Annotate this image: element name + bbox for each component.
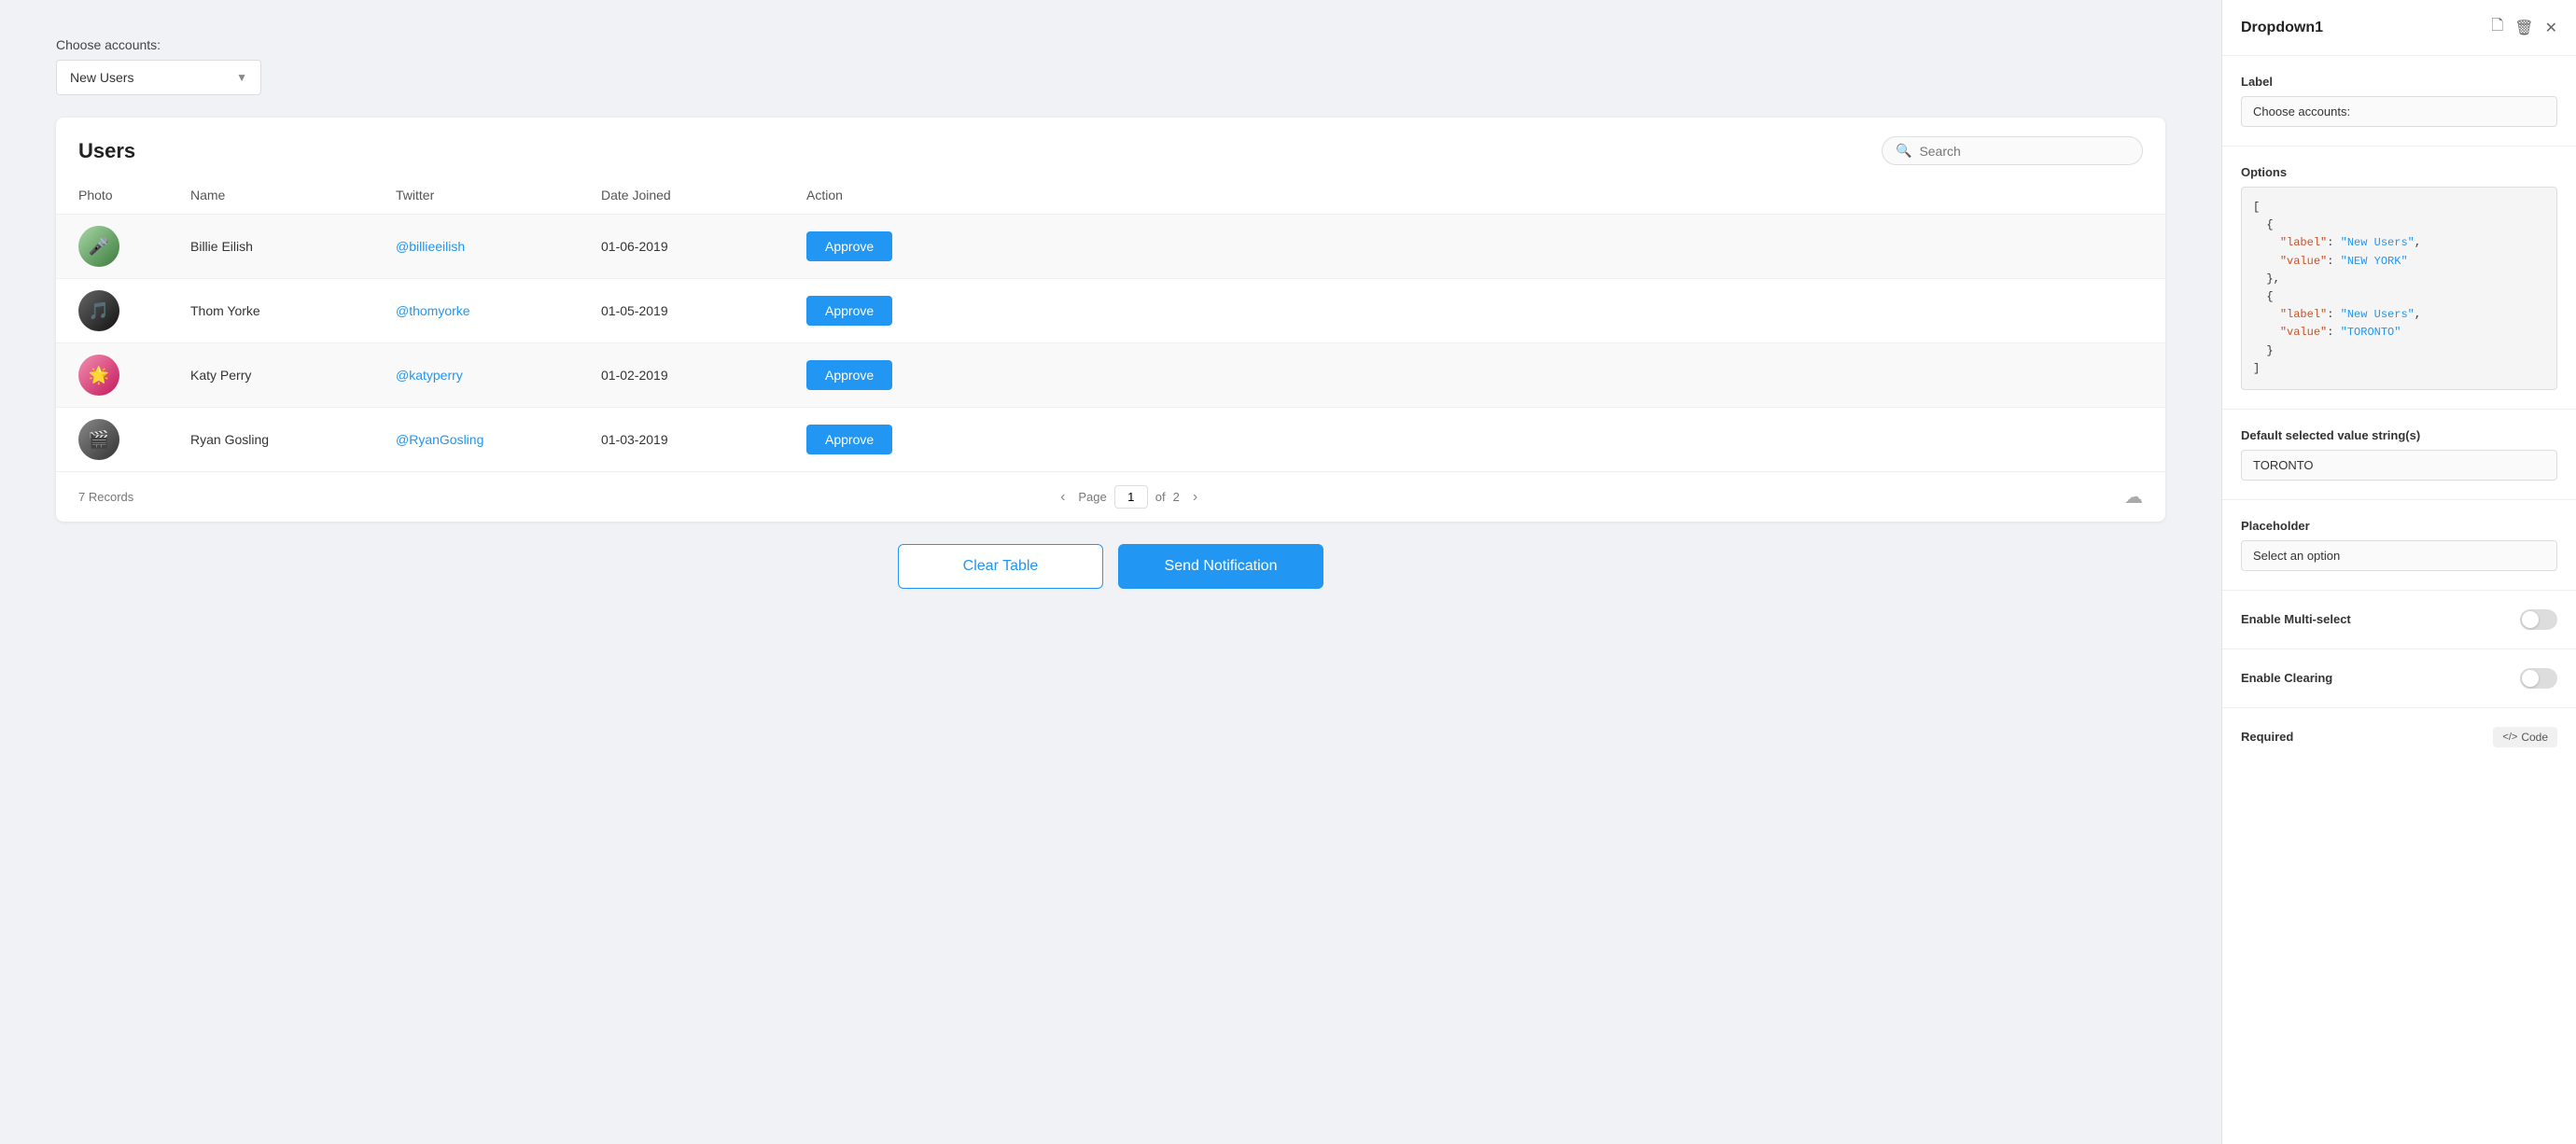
- options-code-editor[interactable]: [ { "label": "New Users", "value": "NEW …: [2241, 187, 2557, 390]
- right-panel-title: Dropdown1: [2241, 20, 2323, 36]
- placeholder-field-input[interactable]: [2241, 540, 2557, 571]
- table-row: 🌟 Katy Perry @katyperry 01-02-2019 Appro…: [56, 343, 2165, 408]
- choose-accounts-label: Choose accounts:: [56, 37, 2165, 52]
- options-field-label: Options: [2241, 165, 2557, 179]
- enable-clearing-toggle[interactable]: [2520, 668, 2557, 689]
- code-badge[interactable]: </> Code: [2493, 727, 2557, 747]
- multi-select-toggle[interactable]: [2520, 609, 2557, 630]
- clear-table-button[interactable]: Clear Table: [898, 544, 1103, 589]
- dropdown-value: New Users: [70, 70, 133, 85]
- table-footer: 7 Records ‹ Page of 2 › ☁: [56, 471, 2165, 522]
- close-icon[interactable]: ✕: [2545, 19, 2557, 37]
- buttons-row: Clear Table Send Notification: [56, 544, 2165, 589]
- users-table-card: Users 🔍 Photo Name Twitter Date Joined A…: [56, 118, 2165, 522]
- page-label: Page: [1078, 490, 1106, 504]
- default-section: Default selected value string(s): [2241, 428, 2557, 481]
- avatar: 🎬: [78, 419, 119, 460]
- right-panel-body: Label Options [ { "label": "New Users", …: [2222, 56, 2576, 766]
- user-twitter: @RyanGosling: [396, 432, 601, 447]
- records-count: 7 Records: [78, 490, 133, 504]
- table-title: Users: [78, 139, 135, 163]
- user-name: Billie Eilish: [190, 239, 396, 254]
- accounts-dropdown[interactable]: New Users ▼: [56, 60, 261, 95]
- search-input[interactable]: [1919, 144, 2129, 159]
- pagination: ‹ Page of 2 ›: [1055, 485, 1203, 509]
- placeholder-section: Placeholder: [2241, 519, 2557, 571]
- user-date: 01-06-2019: [601, 239, 806, 254]
- prev-page-arrow[interactable]: ‹: [1055, 487, 1071, 508]
- label-field-input[interactable]: [2241, 96, 2557, 127]
- send-notification-button[interactable]: Send Notification: [1118, 544, 1323, 589]
- options-section: Options [ { "label": "New Users", "value…: [2241, 165, 2557, 390]
- code-icon: </>: [2502, 732, 2517, 743]
- enable-clearing-label: Enable Clearing: [2241, 671, 2332, 685]
- required-label: Required: [2241, 730, 2293, 744]
- avatar: 🎤: [78, 226, 119, 267]
- approve-button[interactable]: Approve: [806, 360, 892, 390]
- user-twitter: @thomyorke: [396, 303, 601, 318]
- table-body: 🎤 Billie Eilish @billieeilish 01-06-2019…: [56, 215, 2165, 471]
- table-header: Users 🔍: [56, 118, 2165, 165]
- approve-button[interactable]: Approve: [806, 425, 892, 454]
- approve-button[interactable]: Approve: [806, 231, 892, 261]
- copy-icon[interactable]: 🗋: [2491, 15, 2503, 40]
- trash-icon[interactable]: 🗑: [2514, 19, 2533, 37]
- user-name: Thom Yorke: [190, 303, 396, 318]
- col-action: Action: [806, 188, 2143, 202]
- right-panel: Dropdown1 🗋 🗑 ✕ Label Options [ { "label…: [2221, 0, 2576, 1144]
- action-cell: Approve: [806, 296, 2143, 326]
- required-row: Required </> Code: [2241, 727, 2557, 747]
- code-badge-label: Code: [2521, 731, 2548, 744]
- next-page-arrow[interactable]: ›: [1187, 487, 1203, 508]
- approve-button[interactable]: Approve: [806, 296, 892, 326]
- user-name: Ryan Gosling: [190, 432, 396, 447]
- left-panel: Choose accounts: New Users ▼ Users 🔍 Pho…: [0, 0, 2221, 1144]
- user-twitter: @katyperry: [396, 368, 601, 383]
- divider-3: [2222, 499, 2576, 500]
- label-section: Label: [2241, 75, 2557, 127]
- search-icon: 🔍: [1896, 143, 1911, 159]
- right-panel-header: Dropdown1 🗋 🗑 ✕: [2222, 0, 2576, 56]
- col-twitter: Twitter: [396, 188, 601, 202]
- col-name: Name: [190, 188, 396, 202]
- action-cell: Approve: [806, 231, 2143, 261]
- col-date-joined: Date Joined: [601, 188, 806, 202]
- table-row: 🎤 Billie Eilish @billieeilish 01-06-2019…: [56, 215, 2165, 279]
- multi-select-label: Enable Multi-select: [2241, 612, 2351, 626]
- user-name: Katy Perry: [190, 368, 396, 383]
- download-icon[interactable]: ☁: [2124, 485, 2143, 509]
- search-box[interactable]: 🔍: [1882, 136, 2143, 165]
- divider-4: [2222, 590, 2576, 591]
- user-date: 01-05-2019: [601, 303, 806, 318]
- default-field-label: Default selected value string(s): [2241, 428, 2557, 442]
- user-date: 01-02-2019: [601, 368, 806, 383]
- page-of: of: [1155, 490, 1166, 504]
- table-row: 🎬 Ryan Gosling @RyanGosling 01-03-2019 A…: [56, 408, 2165, 471]
- col-photo: Photo: [78, 188, 190, 202]
- avatar: 🌟: [78, 355, 119, 396]
- enable-clearing-row: Enable Clearing: [2241, 668, 2557, 689]
- table-column-headers: Photo Name Twitter Date Joined Action: [56, 176, 2165, 215]
- divider-2: [2222, 409, 2576, 410]
- avatar: 🎵: [78, 290, 119, 331]
- page-input[interactable]: [1114, 485, 1148, 509]
- label-field-label: Label: [2241, 75, 2557, 89]
- user-date: 01-03-2019: [601, 432, 806, 447]
- user-twitter: @billieeilish: [396, 239, 601, 254]
- default-field-input[interactable]: [2241, 450, 2557, 481]
- table-row: 🎵 Thom Yorke @thomyorke 01-05-2019 Appro…: [56, 279, 2165, 343]
- multi-select-row: Enable Multi-select: [2241, 609, 2557, 630]
- placeholder-field-label: Placeholder: [2241, 519, 2557, 533]
- header-icons: 🗋 🗑 ✕: [2491, 15, 2557, 40]
- divider-6: [2222, 707, 2576, 708]
- chevron-down-icon: ▼: [236, 71, 247, 84]
- action-cell: Approve: [806, 360, 2143, 390]
- action-cell: Approve: [806, 425, 2143, 454]
- page-total: 2: [1173, 490, 1180, 504]
